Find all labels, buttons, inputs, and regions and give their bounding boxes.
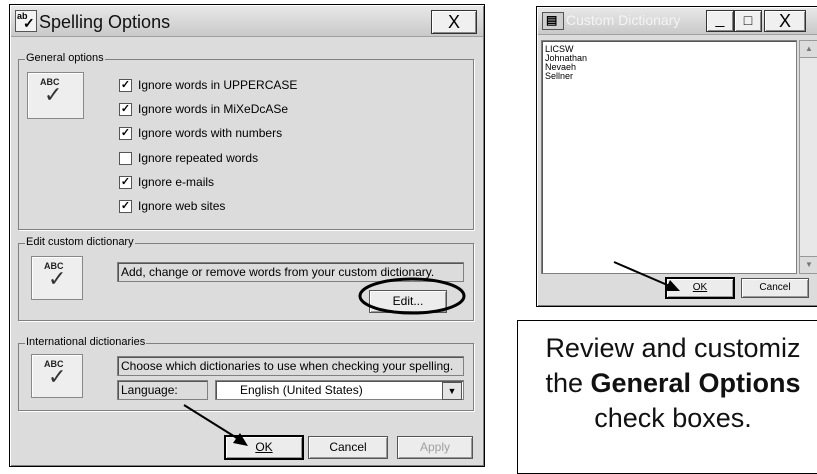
ok-pointer-arrow xyxy=(183,404,241,441)
ok-pointer-arrowhead xyxy=(233,433,248,446)
edit-button-highlight-ellipse xyxy=(358,277,466,315)
dictionary-ok-pointer-arrow xyxy=(613,261,673,288)
annotation-overlay xyxy=(183,261,680,446)
